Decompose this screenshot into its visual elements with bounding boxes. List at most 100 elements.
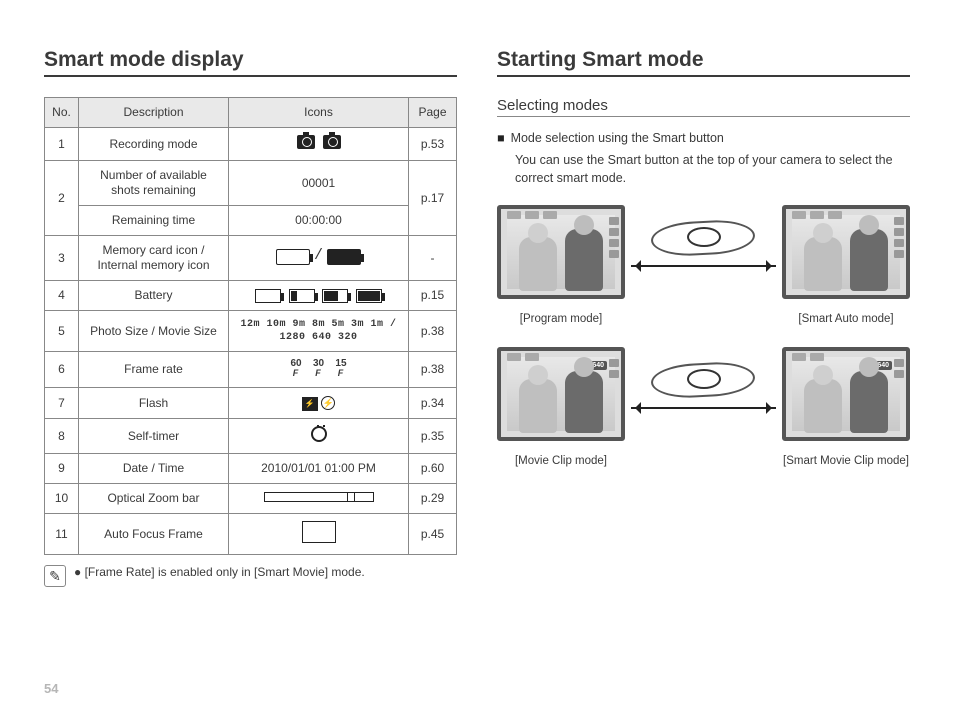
- square-bullet-icon: ■: [497, 131, 505, 145]
- mode-row: [497, 205, 910, 299]
- cell-icon: 12m 10m 9m 8m 5m 3m 1m / 1280 640 320: [229, 311, 409, 352]
- battery-icon: [322, 289, 348, 303]
- caption-smart-movie: [Smart Movie Clip mode]: [782, 455, 910, 467]
- mode-row: 640 640: [497, 347, 910, 441]
- no-flash-icon: ⚡: [321, 396, 335, 410]
- cell-page: p.34: [409, 388, 457, 419]
- description-table: No. Description Icons Page 1 Recording m…: [44, 97, 457, 555]
- internal-memory-icon: [327, 249, 361, 265]
- cell-desc: Date / Time: [79, 454, 229, 484]
- cell-icon: 00001: [229, 161, 409, 206]
- cell-no: 10: [45, 484, 79, 514]
- table-row: 3 Memory card icon / Internal memory ico…: [45, 236, 457, 281]
- note-bullet: ●: [74, 565, 81, 579]
- cell-page: p.45: [409, 514, 457, 555]
- table-row: 5 Photo Size / Movie Size 12m 10m 9m 8m …: [45, 311, 457, 352]
- caption-program: [Program mode]: [497, 313, 625, 325]
- note-text: [Frame Rate] is enabled only in [Smart M…: [85, 565, 365, 579]
- cell-desc: Remaining time: [79, 206, 229, 236]
- th-no: No.: [45, 98, 79, 128]
- caption-movie: [Movie Clip mode]: [497, 455, 625, 467]
- cell-icon: [229, 128, 409, 161]
- smart-switch-diagram: [631, 359, 776, 429]
- cell-no: 5: [45, 311, 79, 352]
- smart-switch-diagram: [631, 217, 776, 287]
- battery-icon: [289, 289, 315, 303]
- cell-page: p.38: [409, 311, 457, 352]
- bullet-text: Mode selection using the Smart button: [511, 131, 724, 145]
- bullet-line: ■ Mode selection using the Smart button: [497, 131, 910, 145]
- cell-desc: Recording mode: [79, 128, 229, 161]
- cell-icon: [229, 514, 409, 555]
- note: ✎ ● [Frame Rate] is enabled only in [Sma…: [44, 565, 457, 587]
- page-number: 54: [44, 681, 58, 696]
- cell-page: p.29: [409, 484, 457, 514]
- flash-icon: ⚡: [302, 397, 318, 411]
- cell-page: p.35: [409, 419, 457, 454]
- af-frame-icon: [302, 521, 336, 543]
- battery-icon: [255, 289, 281, 303]
- camera-icon: [297, 135, 315, 149]
- cell-icon: 2010/01/01 01:00 PM: [229, 454, 409, 484]
- cell-icon: [229, 419, 409, 454]
- battery-icon: [356, 289, 382, 303]
- camera-icon: [323, 135, 341, 149]
- self-timer-icon: [311, 426, 327, 442]
- cell-no: 7: [45, 388, 79, 419]
- cell-no: 1: [45, 128, 79, 161]
- table-row: 1 Recording mode p.53: [45, 128, 457, 161]
- cell-page: p.53: [409, 128, 457, 161]
- cell-no: 9: [45, 454, 79, 484]
- screen-smart-movie: 640: [782, 347, 910, 441]
- cell-no: 6: [45, 352, 79, 388]
- th-desc: Description: [79, 98, 229, 128]
- cell-no: 3: [45, 236, 79, 281]
- cell-no: 8: [45, 419, 79, 454]
- cell-icon: ⚡ ⚡: [229, 388, 409, 419]
- body-text: You can use the Smart button at the top …: [515, 151, 910, 187]
- left-column: Smart mode display No. Description Icons…: [44, 48, 457, 587]
- cell-desc: Photo Size / Movie Size: [79, 311, 229, 352]
- cell-no: 2: [45, 161, 79, 236]
- table-row: Remaining time 00:00:00: [45, 206, 457, 236]
- table-row: 2 Number of available shots remaining 00…: [45, 161, 457, 206]
- table-row: 9 Date / Time 2010/01/01 01:00 PM p.60: [45, 454, 457, 484]
- cell-icon: 60F 30F 15F: [229, 352, 409, 388]
- framerate-icon: 30F: [313, 359, 324, 378]
- cell-desc: Flash: [79, 388, 229, 419]
- right-column: Starting Smart mode Selecting modes ■ Mo…: [497, 48, 910, 587]
- cell-desc: Battery: [79, 281, 229, 311]
- photosize-text-top: 12m 10m 9m 8m 5m 3m 1m /: [235, 318, 402, 331]
- cell-page: p.15: [409, 281, 457, 311]
- th-icon: Icons: [229, 98, 409, 128]
- note-icon: ✎: [44, 565, 66, 587]
- cell-icon: [229, 484, 409, 514]
- cell-no: 4: [45, 281, 79, 311]
- cell-page: p.38: [409, 352, 457, 388]
- table-row: 11 Auto Focus Frame p.45: [45, 514, 457, 555]
- cell-desc: Number of available shots remaining: [79, 161, 229, 206]
- framerate-icon: 15F: [335, 359, 346, 378]
- right-subheading: Selecting modes: [497, 97, 910, 117]
- caption-smart-auto: [Smart Auto mode]: [782, 313, 910, 325]
- th-page: Page: [409, 98, 457, 128]
- cell-page: p.17: [409, 161, 457, 236]
- framerate-icon: 60F: [290, 359, 301, 378]
- table-row: 6 Frame rate 60F 30F 15F p.38: [45, 352, 457, 388]
- zoom-bar-icon: [264, 492, 374, 502]
- cell-desc: Auto Focus Frame: [79, 514, 229, 555]
- table-row: 7 Flash ⚡ ⚡ p.34: [45, 388, 457, 419]
- table-row: 8 Self-timer p.35: [45, 419, 457, 454]
- screen-movie: 640: [497, 347, 625, 441]
- cell-icon: 00:00:00: [229, 206, 409, 236]
- cell-page: -: [409, 236, 457, 281]
- cell-desc: Optical Zoom bar: [79, 484, 229, 514]
- cell-icon: [229, 281, 409, 311]
- sdcard-icon: [276, 249, 310, 265]
- table-row: 4 Battery p.15: [45, 281, 457, 311]
- cell-desc: Self-timer: [79, 419, 229, 454]
- photosize-text-bot: 1280 640 320: [235, 331, 402, 344]
- cell-no: 11: [45, 514, 79, 555]
- right-heading: Starting Smart mode: [497, 48, 910, 77]
- cell-icon: /: [229, 236, 409, 281]
